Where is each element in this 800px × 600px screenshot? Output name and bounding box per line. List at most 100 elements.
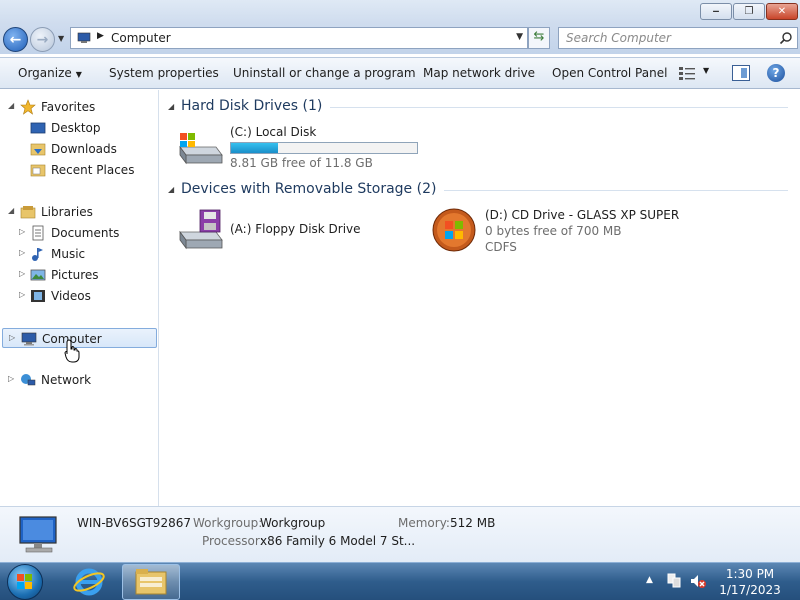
collapsed-icon[interactable]: ▷ bbox=[8, 374, 14, 383]
refresh-button[interactable]: ⇆ bbox=[528, 27, 550, 49]
back-button[interactable]: ← bbox=[3, 27, 28, 52]
address-history-dropdown[interactable]: ▼ bbox=[516, 32, 523, 42]
collapsed-icon[interactable]: ▷ bbox=[19, 248, 25, 257]
memory-value: 512 MB bbox=[450, 516, 496, 530]
hand-cursor-icon bbox=[64, 339, 80, 363]
drive-name: (D:) CD Drive - GLASS XP SUPER bbox=[485, 208, 680, 222]
breadcrumb-separator-icon[interactable]: ▶ bbox=[97, 31, 104, 41]
disk-usage-bar bbox=[230, 142, 418, 154]
nav-libraries-label: Libraries bbox=[41, 205, 93, 219]
internet-explorer-icon[interactable] bbox=[72, 567, 106, 597]
nav-favorites[interactable]: ◢ Favorites bbox=[2, 97, 157, 117]
nav-desktop[interactable]: Desktop bbox=[2, 118, 157, 138]
recent-pages-dropdown[interactable]: ▼ bbox=[58, 34, 66, 44]
disk-usage-fill bbox=[231, 143, 279, 153]
back-arrow-icon: ← bbox=[9, 31, 22, 48]
group-divider bbox=[444, 190, 788, 191]
taskbar: ▲ 1:30 PM 1/17/2023 bbox=[0, 562, 800, 600]
drive-free-space: 8.81 GB free of 11.8 GB bbox=[230, 156, 373, 170]
nav-music[interactable]: ▷ Music bbox=[2, 244, 157, 264]
windows-logo-icon bbox=[17, 574, 32, 589]
network-status-icon[interactable] bbox=[666, 572, 682, 590]
clock-time[interactable]: 1:30 PM bbox=[710, 567, 790, 581]
videos-icon bbox=[31, 290, 45, 302]
forward-arrow-icon: → bbox=[36, 31, 49, 48]
collapsed-icon[interactable]: ▷ bbox=[19, 269, 25, 278]
nav-documents-label: Documents bbox=[51, 226, 120, 240]
nav-recent-places[interactable]: Recent Places bbox=[2, 160, 157, 180]
drive-name: (C:) Local Disk bbox=[230, 125, 317, 139]
collapse-group-icon[interactable]: ◢ bbox=[168, 102, 174, 111]
window-controls: ‒ ❐ ✕ bbox=[700, 3, 798, 20]
drive-item-c[interactable]: (C:) Local Disk 8.81 GB free of 11.8 GB bbox=[176, 125, 426, 170]
details-pane: WIN-BV6SGT92867 Workgroup: Workgroup Mem… bbox=[0, 506, 800, 562]
change-view-icon[interactable] bbox=[678, 65, 696, 81]
nav-downloads-label: Downloads bbox=[51, 142, 117, 156]
forward-button[interactable]: → bbox=[30, 27, 55, 52]
help-icon[interactable]: ? bbox=[767, 64, 785, 82]
network-icon bbox=[21, 374, 36, 386]
organize-label: Organize bbox=[18, 66, 72, 80]
nav-pictures[interactable]: ▷ Pictures bbox=[2, 265, 157, 285]
nav-music-label: Music bbox=[51, 247, 86, 261]
address-bar[interactable]: ▶ Computer ▼ bbox=[70, 27, 528, 49]
nav-documents[interactable]: ▷ Documents bbox=[2, 223, 157, 243]
nav-videos[interactable]: ▷ Videos bbox=[2, 286, 157, 306]
title-bar: ‒ ❐ ✕ bbox=[0, 0, 800, 24]
collapse-group-icon[interactable]: ◢ bbox=[168, 185, 174, 194]
content-pane: ◢ Hard Disk Drives (1) (C:) Local Disk 8… bbox=[160, 90, 800, 506]
floppy-drive-icon bbox=[179, 209, 223, 250]
maximize-button[interactable]: ❐ bbox=[733, 3, 765, 20]
open-control-panel-button[interactable]: Open Control Panel bbox=[552, 66, 667, 80]
cd-drive-icon bbox=[432, 208, 476, 252]
folder-icon bbox=[135, 569, 167, 595]
search-input[interactable]: Search Computer bbox=[558, 27, 798, 49]
computer-icon bbox=[77, 32, 91, 43]
group-divider bbox=[330, 107, 788, 108]
breadcrumb-computer[interactable]: Computer bbox=[111, 31, 171, 45]
organize-button[interactable]: Organize ▼ bbox=[18, 66, 82, 80]
close-button[interactable]: ✕ bbox=[766, 3, 798, 20]
hard-disk-icon bbox=[179, 133, 223, 165]
nav-network-label: Network bbox=[41, 373, 92, 387]
expand-icon[interactable]: ◢ bbox=[8, 101, 14, 110]
close-icon: ✕ bbox=[777, 6, 787, 17]
uninstall-program-button[interactable]: Uninstall or change a program bbox=[233, 66, 416, 80]
start-button[interactable] bbox=[7, 564, 43, 600]
volume-muted-icon[interactable] bbox=[690, 573, 706, 589]
view-options-dropdown[interactable]: ▼ bbox=[703, 66, 709, 75]
maximize-icon: ❐ bbox=[744, 6, 754, 17]
preview-pane-icon[interactable] bbox=[732, 65, 750, 81]
workgroup-value: Workgroup bbox=[260, 516, 326, 530]
nav-libraries[interactable]: ◢ Libraries bbox=[2, 202, 157, 222]
drive-item-d[interactable]: (D:) CD Drive - GLASS XP SUPER 0 bytes f… bbox=[430, 208, 700, 256]
computer-name: WIN-BV6SGT92867 bbox=[77, 516, 191, 530]
expand-icon[interactable]: ◢ bbox=[8, 206, 14, 215]
search-icon[interactable] bbox=[779, 31, 793, 45]
group-header-hard-disk-drives[interactable]: ◢ Hard Disk Drives (1) bbox=[168, 98, 788, 118]
nav-downloads[interactable]: Downloads bbox=[2, 139, 157, 159]
drive-name: (A:) Floppy Disk Drive bbox=[230, 222, 361, 236]
minimize-icon: ‒ bbox=[712, 6, 720, 17]
workgroup-label: Workgroup: bbox=[193, 516, 263, 530]
music-icon bbox=[32, 248, 43, 261]
collapsed-icon[interactable]: ▷ bbox=[19, 290, 25, 299]
search-placeholder: Search Computer bbox=[566, 31, 671, 45]
nav-network[interactable]: ▷ Network bbox=[2, 370, 157, 390]
command-bar: Organize ▼ System properties Uninstall or… bbox=[0, 57, 800, 89]
documents-icon bbox=[32, 225, 44, 241]
collapsed-icon[interactable]: ▷ bbox=[19, 227, 25, 236]
drive-item-a[interactable]: (A:) Floppy Disk Drive bbox=[176, 208, 406, 252]
nav-recent-places-label: Recent Places bbox=[51, 163, 135, 177]
show-hidden-icons-button[interactable]: ▲ bbox=[646, 575, 653, 585]
collapsed-icon[interactable]: ▷ bbox=[9, 333, 15, 342]
map-network-drive-button[interactable]: Map network drive bbox=[423, 66, 535, 80]
clock-date[interactable]: 1/17/2023 bbox=[710, 583, 790, 597]
memory-label: Memory: bbox=[398, 516, 450, 530]
taskbar-windows-explorer-button[interactable] bbox=[122, 564, 180, 600]
downloads-folder-icon bbox=[30, 143, 46, 156]
system-properties-button[interactable]: System properties bbox=[109, 66, 219, 80]
minimize-button[interactable]: ‒ bbox=[700, 3, 732, 20]
group-header-removable-storage[interactable]: ◢ Devices with Removable Storage (2) bbox=[168, 181, 788, 201]
libraries-icon bbox=[20, 206, 36, 219]
